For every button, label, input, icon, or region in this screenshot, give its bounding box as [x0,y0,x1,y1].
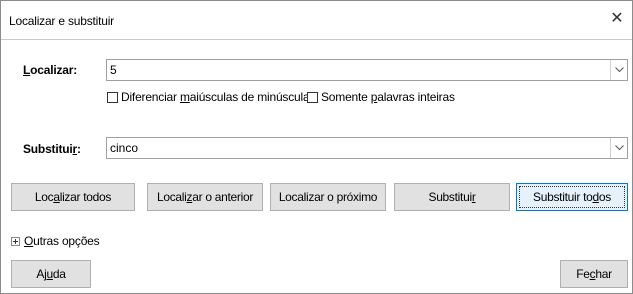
find-next-button[interactable]: Localizar o próximo [270,183,386,211]
title-bar: Localizar e substituir ✕ [1,1,632,40]
match-case-label: Diferenciar maiúsculas de minúsculas [121,90,316,104]
more-options-label: Outras opções [24,234,100,248]
replace-all-button[interactable]: Substituir todos [516,183,628,211]
match-case-checkbox[interactable] [107,91,118,103]
find-combobox[interactable]: 5 [106,59,628,81]
replace-label: Substituir: [23,142,81,156]
expand-icon[interactable] [11,236,20,246]
chevron-down-icon[interactable] [610,60,627,80]
close-icon[interactable]: ✕ [608,10,626,28]
replace-input[interactable]: cinco [110,141,138,155]
whole-words-option[interactable]: Somente palavras inteiras [307,90,455,104]
chevron-down-icon[interactable] [610,138,627,158]
help-button[interactable]: Ajuda [11,260,91,288]
whole-words-label: Somente palavras inteiras [321,90,455,104]
replace-button[interactable]: Substituir [394,183,510,211]
focus-ring [519,186,625,208]
match-case-option[interactable]: Diferenciar maiúsculas de minúsculas [107,90,315,104]
find-replace-dialog: Localizar e substituir ✕ Localizar: 5 Di… [0,0,633,294]
whole-words-checkbox[interactable] [307,91,318,103]
find-input[interactable]: 5 [110,63,117,77]
close-button[interactable]: Fechar [560,260,628,288]
find-previous-button[interactable]: Localizar o anterior [147,183,263,211]
find-label: Localizar: [23,63,78,77]
find-all-button[interactable]: Localizar todos [11,183,135,211]
dialog-title: Localizar e substituir [9,14,114,28]
more-options-expander[interactable]: Outras opções [11,234,100,248]
replace-combobox[interactable]: cinco [106,137,628,159]
